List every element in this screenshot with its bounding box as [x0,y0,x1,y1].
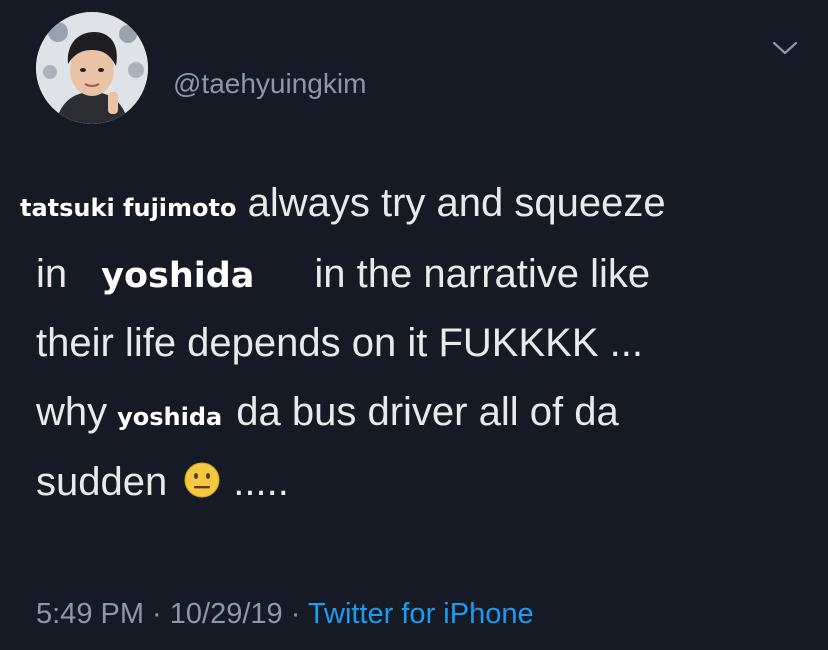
tweet-text: their life depends on it FUKKKK ... [36,321,643,365]
tweet-metadata: 5:49 PM · 10/29/19 · Twitter for iPhone [36,596,534,632]
tweet-line-5: sudden..... [36,457,289,507]
tweet-line-1: tatsuki fujimoto always try and squeeze [20,178,666,233]
tweet-text: always try and squeeze [236,181,666,225]
tweet-text: da bus driver all of da [236,390,619,434]
tweet-time: 5:49 PM [36,598,144,630]
tweet-text: in the narrative like [314,252,651,296]
tweet-text: in [36,252,68,296]
chevron-down-icon[interactable] [770,38,800,58]
separator: · [282,598,308,630]
tweet-line-3: their life depends on it FUKKKK ... [36,318,643,368]
profile-avatar[interactable] [36,12,148,124]
avatar-photo [36,12,148,124]
user-handle[interactable]: @taehyuingkim [173,66,366,102]
tweet-text: sudden [36,460,168,504]
tweet-date[interactable]: 10/29/19 [170,598,283,630]
tweet-text: ..... [233,460,289,504]
character-name-label: yoshida [101,256,255,296]
separator: · [144,598,170,630]
tweet-line-4: why yoshida da bus driver all of da [36,387,619,442]
tweet-line-2: in yoshida in the narrative like [36,249,650,301]
author-name-label: tatsuki fujimoto [20,194,237,222]
neutral-face-icon [183,461,221,499]
character-name-label: yoshida [117,403,223,431]
tweet-text: why [36,390,108,434]
tweet-source-link[interactable]: Twitter for iPhone [308,598,534,630]
